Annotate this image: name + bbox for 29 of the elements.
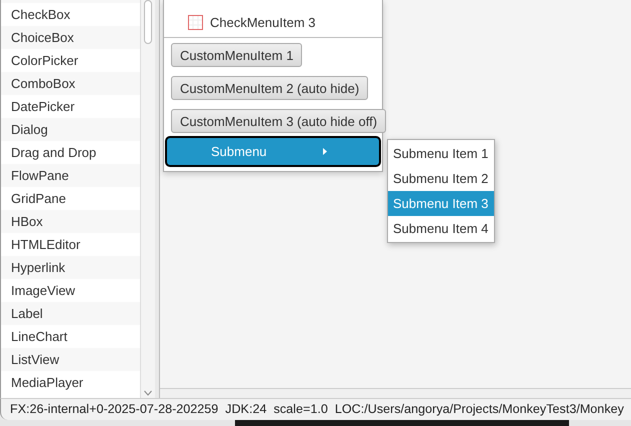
submenu-option[interactable]: Submenu Item 2 <box>388 166 494 191</box>
menu-button[interactable]: CustomMenuItem 2 (auto hide) <box>171 76 368 100</box>
list-item[interactable]: HTMLEditor <box>1 233 140 256</box>
list-item[interactable]: Drag and Drop <box>1 141 140 164</box>
list-item[interactable]: DatePicker <box>1 95 140 118</box>
check-menu-item[interactable]: CheckMenuItem 3 <box>164 10 382 34</box>
list-item[interactable]: ChoiceBox <box>1 26 140 49</box>
submenu-option[interactable]: Submenu Item 4 <box>388 216 494 241</box>
list-item[interactable]: Label <box>1 302 140 325</box>
list-item[interactable]: ComboBox <box>1 72 140 95</box>
menu-button[interactable]: CustomMenuItem 3 (auto hide off) <box>171 109 386 133</box>
list-item[interactable]: MediaPlayer <box>1 371 140 394</box>
list-item[interactable]: FlowPane <box>1 164 140 187</box>
status-text: FX:26-internal+0-2025-07-28-202259 JDK:24 scale=1.0 LOC:/Users/angorya/Projects/MonkeyTest3/Monkey <box>9 401 624 418</box>
scrollbar-thumb[interactable] <box>144 0 152 44</box>
list-item[interactable]: ImageView <box>1 279 140 302</box>
submenu-option[interactable]: Submenu Item 1 <box>388 141 494 166</box>
list-item[interactable]: Dialog <box>1 118 140 141</box>
list-item[interactable]: Hyperlink <box>1 256 140 279</box>
list-item[interactable]: GridPane <box>1 187 140 210</box>
list-item[interactable]: LineChart <box>1 325 140 348</box>
horizontal-scrollbar[interactable] <box>160 388 631 398</box>
list-item[interactable]: CheckBox <box>1 3 140 26</box>
list-item[interactable]: ListView <box>1 348 140 371</box>
menu-button[interactable]: CustomMenuItem 1 <box>171 43 302 67</box>
list-item[interactable]: HBox <box>1 210 140 233</box>
list-item[interactable]: ColorPicker <box>1 49 140 72</box>
caret-right-icon <box>323 148 327 155</box>
chevron-down-icon[interactable] <box>144 390 152 396</box>
